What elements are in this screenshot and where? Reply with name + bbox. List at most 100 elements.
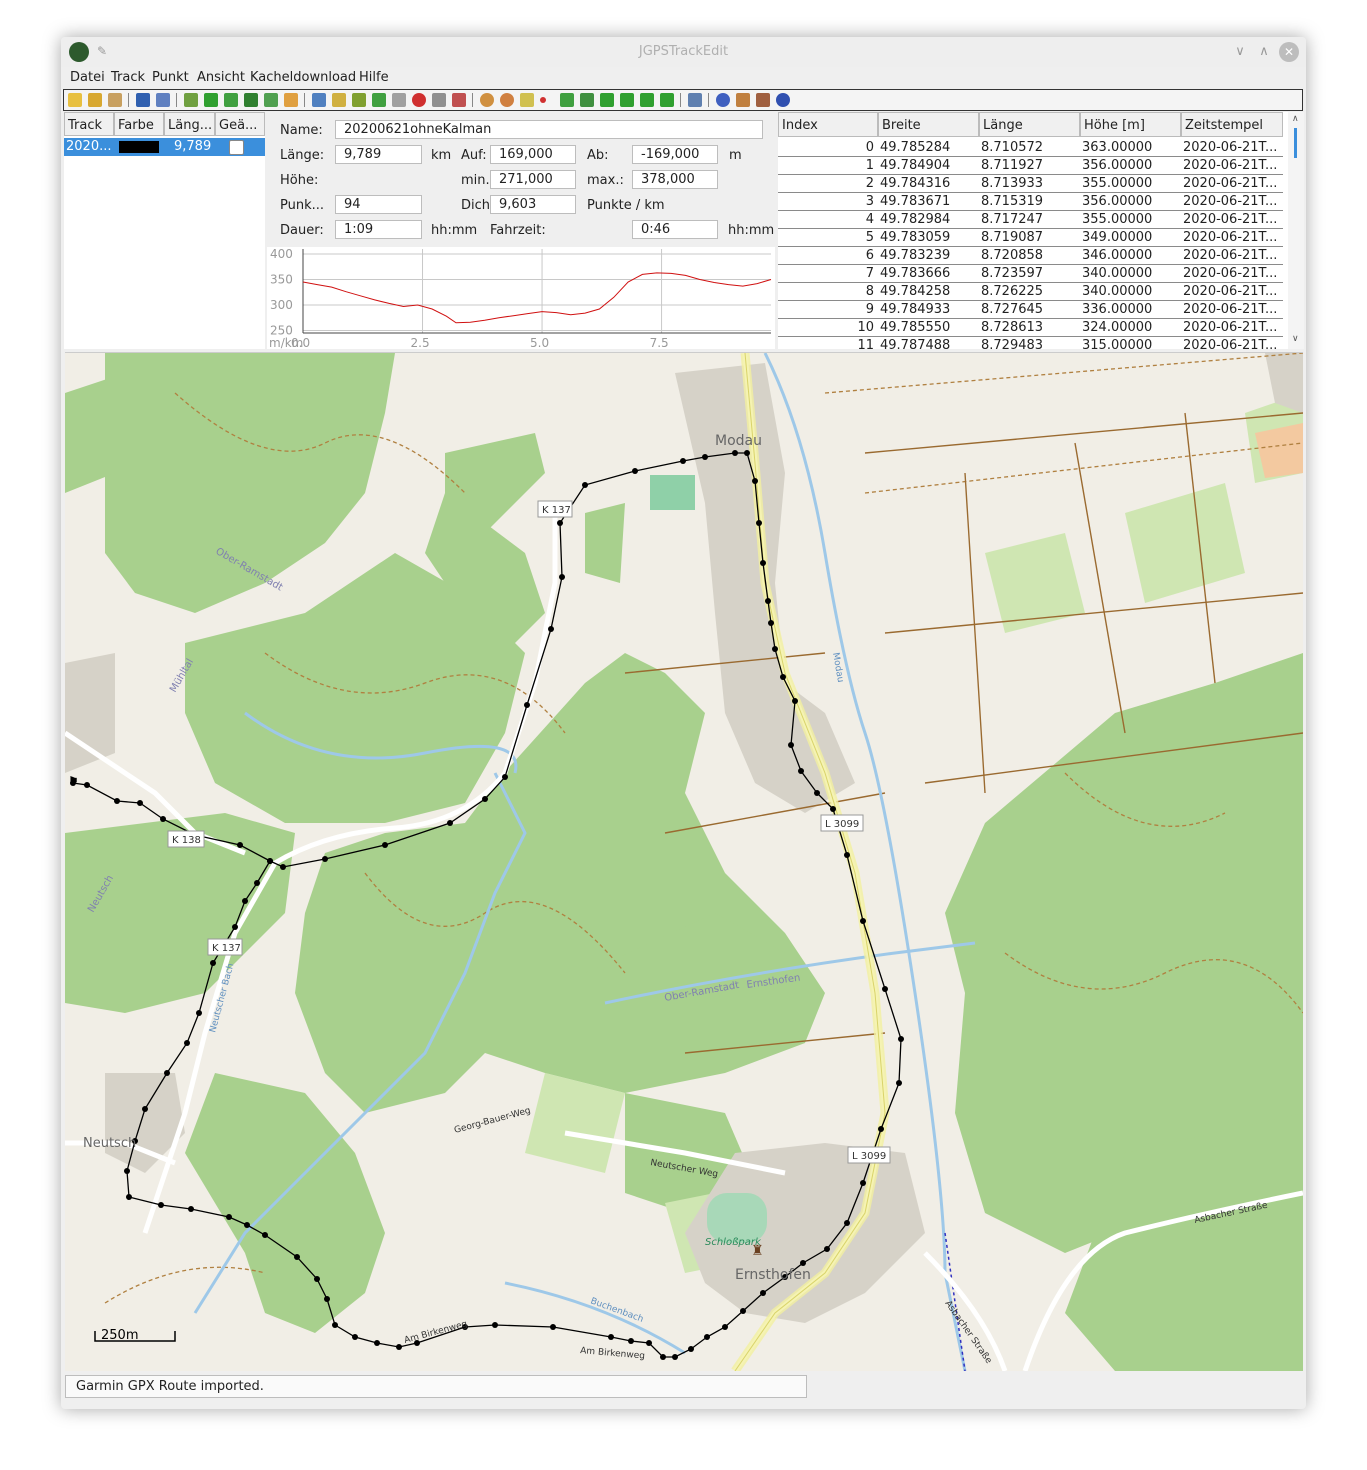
info-icon[interactable]: [776, 93, 790, 107]
smooth-icon[interactable]: [284, 93, 298, 107]
points-header-height[interactable]: Höhe [m]: [1080, 112, 1181, 137]
track-point-marker[interactable]: [142, 1106, 148, 1112]
track-point-marker[interactable]: [632, 468, 638, 474]
table-row[interactable]: 2 49.784316 8.713933 355.00000 2020-06-21T..…: [778, 175, 1283, 193]
track-point-marker[interactable]: [314, 1276, 320, 1282]
scissors-icon[interactable]: [452, 93, 466, 107]
track-point-marker[interactable]: [184, 1040, 190, 1046]
max-field[interactable]: 378,000: [632, 170, 718, 189]
track-point-marker[interactable]: [196, 1010, 202, 1016]
track-point-marker[interactable]: [660, 1354, 666, 1360]
menu-ansicht[interactable]: Ansicht: [197, 70, 245, 85]
track-point-marker[interactable]: [830, 806, 836, 812]
track-point-marker[interactable]: [242, 898, 248, 904]
track-point-marker[interactable]: [780, 674, 786, 680]
split-icon[interactable]: [244, 93, 258, 107]
track-point-marker[interactable]: [374, 1340, 380, 1346]
track-point-marker[interactable]: [860, 918, 866, 924]
points-header-lon[interactable]: Länge: [979, 112, 1080, 137]
track-point-marker[interactable]: [760, 560, 766, 566]
track-point-marker[interactable]: [524, 702, 530, 708]
settings-icon[interactable]: [688, 93, 702, 107]
map-layer-icon[interactable]: [580, 93, 594, 107]
arrow-down-icon[interactable]: [640, 93, 654, 107]
import-icon[interactable]: [108, 93, 122, 107]
track-point-marker[interactable]: [137, 800, 143, 806]
track-point-marker[interactable]: [482, 796, 488, 802]
ab-field[interactable]: -169,000: [632, 145, 718, 164]
track-point-marker[interactable]: [254, 880, 260, 886]
map-svg[interactable]: Modau Neutsch Ernsthofen K 137 K 138 K 1…: [65, 353, 1303, 1371]
points-header-index[interactable]: Index: [778, 112, 878, 137]
map-icon[interactable]: [560, 93, 574, 107]
track-point-marker[interactable]: [814, 790, 820, 796]
arrow-right-icon[interactable]: [620, 93, 634, 107]
track-point-marker[interactable]: [382, 842, 388, 848]
cut-icon[interactable]: [432, 93, 446, 107]
help-icon[interactable]: [716, 93, 730, 107]
scroll-thumb[interactable]: [1294, 128, 1297, 158]
table-row[interactable]: 11 49.787488 8.729483 315.00000 2020-06-21T.…: [778, 337, 1283, 349]
delete-point-icon[interactable]: [412, 93, 426, 107]
dauer-field[interactable]: 1:09: [335, 220, 422, 239]
track-point-marker[interactable]: [740, 1308, 746, 1314]
track-edit-icon[interactable]: [184, 93, 198, 107]
track-point-marker[interactable]: [756, 520, 762, 526]
point-move-icon[interactable]: [352, 93, 366, 107]
table-row[interactable]: 5 49.783059 8.719087 349.00000 2020-06-21T..…: [778, 229, 1283, 247]
menu-hilfe[interactable]: Hilfe: [359, 70, 389, 85]
track-point-marker[interactable]: [267, 858, 273, 864]
points-header-time[interactable]: Zeitstempel: [1181, 112, 1283, 137]
table-row[interactable]: 9 49.784933 8.727645 336.00000 2020-06-21T..…: [778, 301, 1283, 319]
track-point-marker[interactable]: [124, 1168, 130, 1174]
track-header-track[interactable]: Track: [64, 112, 114, 136]
track-point-marker[interactable]: [164, 1070, 170, 1076]
track-point-marker[interactable]: [722, 1324, 728, 1330]
track-point-marker[interactable]: [702, 454, 708, 460]
laenge-field[interactable]: 9,789: [335, 145, 422, 164]
track-point-marker[interactable]: [772, 646, 778, 652]
track-point-marker[interactable]: [882, 986, 888, 992]
track-point-marker[interactable]: [896, 1080, 902, 1086]
track-point-marker[interactable]: [226, 1214, 232, 1220]
table-row[interactable]: 6 49.783239 8.720858 346.00000 2020-06-21T..…: [778, 247, 1283, 265]
save-icon[interactable]: [136, 93, 150, 107]
track-point-marker[interactable]: [210, 960, 216, 966]
track-point-marker[interactable]: [396, 1344, 402, 1350]
track-color-swatch[interactable]: [119, 141, 159, 153]
track-point-marker[interactable]: [352, 1334, 358, 1340]
zoom-out-icon[interactable]: [500, 93, 514, 107]
points-scrollbar[interactable]: ∧ ∨: [1288, 112, 1304, 349]
track-point-marker[interactable]: [502, 774, 508, 780]
open-file-icon[interactable]: [88, 93, 102, 107]
track-point-marker[interactable]: [798, 768, 804, 774]
point-icon[interactable]: [540, 97, 546, 103]
fahrzeit-field[interactable]: 0:46: [632, 220, 718, 239]
track-point-marker[interactable]: [732, 450, 738, 456]
table-row[interactable]: 0 49.785284 8.710572 363.00000 2020-06-21T..…: [778, 139, 1283, 157]
track-point-marker[interactable]: [114, 798, 120, 804]
table-row[interactable]: 8 49.784258 8.726225 340.00000 2020-06-21T..…: [778, 283, 1283, 301]
home-icon[interactable]: [736, 93, 750, 107]
punkte-field[interactable]: 94: [335, 195, 422, 214]
table-row[interactable]: 3 49.783671 8.715319 356.00000 2020-06-21T..…: [778, 193, 1283, 211]
zoom-fit-icon[interactable]: [520, 93, 534, 107]
track-point-marker[interactable]: [844, 1220, 850, 1226]
track-point-marker[interactable]: [126, 1194, 132, 1200]
track-header-changed[interactable]: Geä...: [215, 112, 265, 136]
track-point-marker[interactable]: [768, 620, 774, 626]
open-folder-icon[interactable]: [68, 93, 82, 107]
merge-icon[interactable]: [224, 93, 238, 107]
track-point-marker[interactable]: [704, 1334, 710, 1340]
track-point-marker[interactable]: [582, 482, 588, 488]
map-view[interactable]: Modau Neutsch Ernsthofen K 137 K 138 K 1…: [65, 352, 1303, 1371]
track-point-marker[interactable]: [324, 1296, 330, 1302]
insert-point-icon[interactable]: [392, 93, 406, 107]
track-point-marker[interactable]: [800, 1260, 806, 1266]
menu-track[interactable]: Track: [111, 70, 145, 85]
name-field[interactable]: 20200621ohneKalman: [335, 120, 763, 139]
track-point-marker[interactable]: [332, 1322, 338, 1328]
menu-kacheldownload[interactable]: Kacheldownload: [250, 70, 356, 85]
arrow-left-icon[interactable]: [660, 93, 674, 107]
track-point-marker[interactable]: [765, 598, 771, 604]
